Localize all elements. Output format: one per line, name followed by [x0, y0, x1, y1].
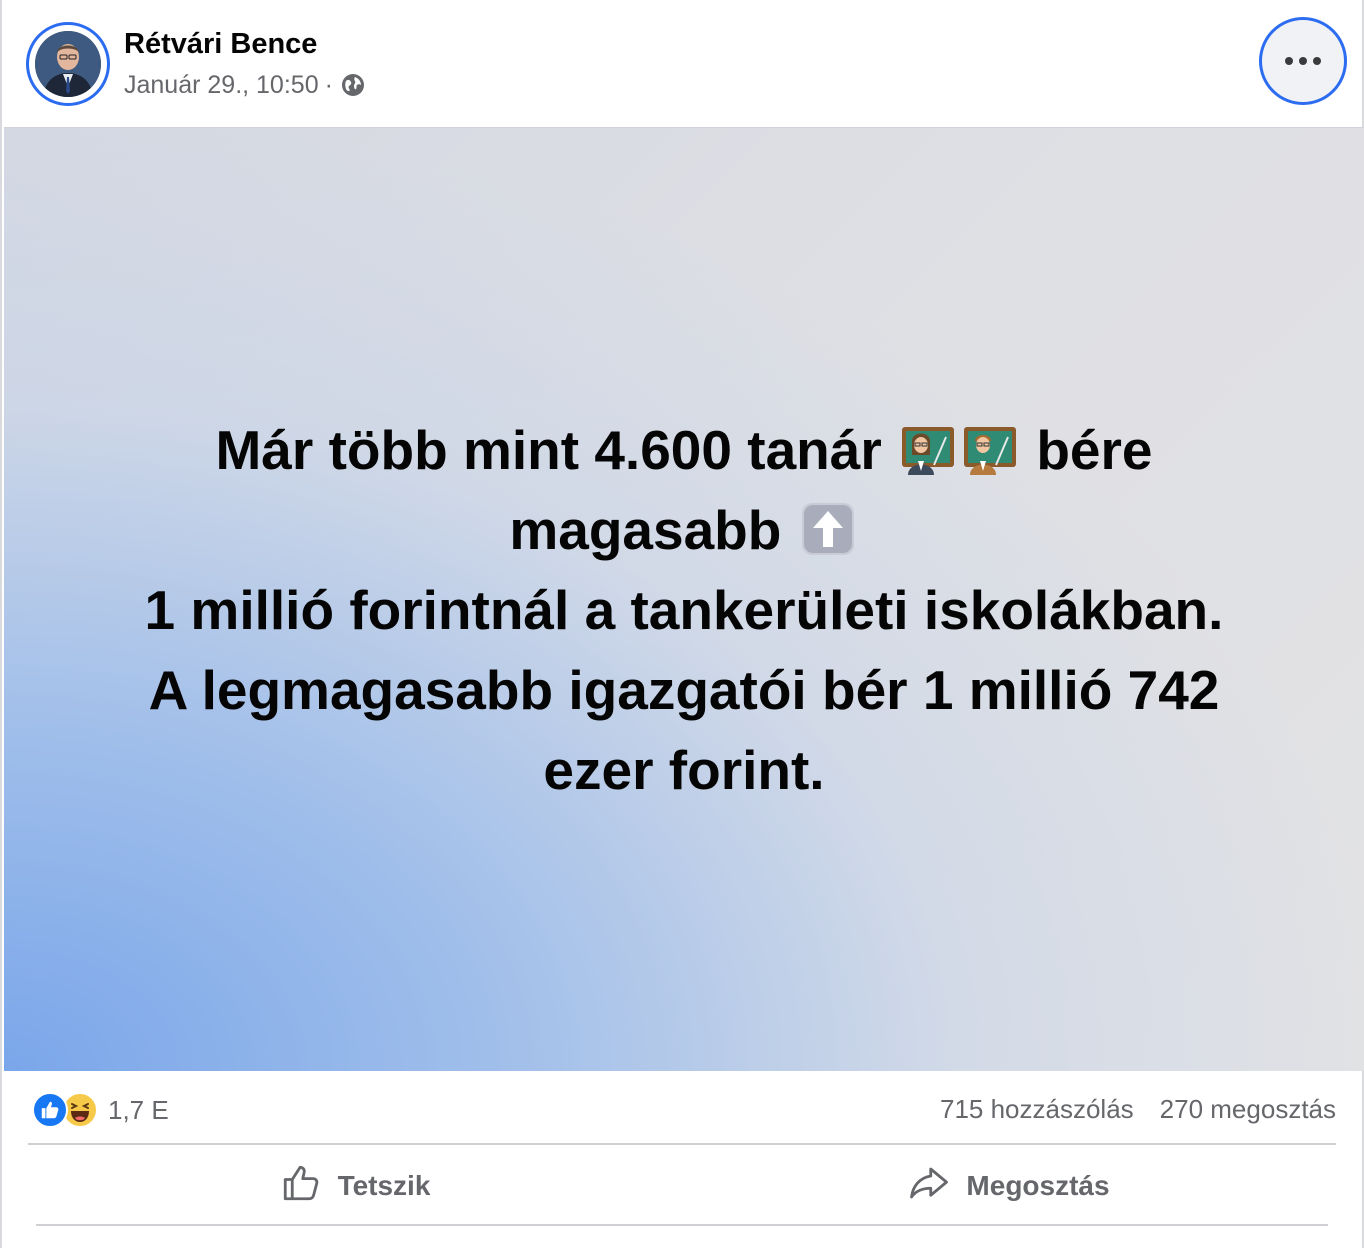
post-text-line-4: A legmagasabb igazgatói bér 1 millió 742 [148, 659, 1220, 721]
reactions-count[interactable]: 1,7 E [108, 1095, 169, 1126]
like-button-label: Tetszik [337, 1170, 431, 1201]
thumbs-up-icon [280, 1162, 322, 1211]
woman-teacher-emoji [900, 418, 956, 475]
text-segment: magasabb [509, 499, 782, 561]
facebook-post: Rétvári Bence Január 29., 10:50 · Már tö… [0, 0, 1364, 1248]
post-content-background: Már több mint 4.600 tanár bére magasabb … [4, 127, 1364, 1071]
text-segment: Már több mint 4.600 tanár [215, 419, 882, 481]
globe-icon[interactable] [341, 73, 365, 97]
post-timestamp[interactable]: Január 29., 10:50 [124, 71, 319, 100]
author-avatar[interactable] [26, 22, 110, 106]
post-text-line-2: magasabb [4, 490, 1364, 570]
post-stats: 1,7 E 715 hozzászólás 270 megosztás [2, 1072, 1362, 1144]
more-options-icon [1285, 57, 1293, 65]
comments-count[interactable]: 715 hozzászólás [940, 1094, 1134, 1125]
text-segment: bére [1036, 419, 1153, 481]
stats-divider [28, 1143, 1336, 1145]
up-arrow-emoji [800, 498, 856, 555]
post-actions: Tetszik Megosztás [28, 1146, 1336, 1226]
share-button[interactable]: Megosztás [682, 1146, 1336, 1226]
post-meta: Január 29., 10:50 · [124, 70, 365, 100]
post-text-line-3: 1 millió forintnál a tankerületi iskolák… [144, 579, 1224, 641]
like-button[interactable]: Tetszik [28, 1146, 682, 1226]
more-options-button[interactable] [1259, 17, 1347, 105]
reactions-summary[interactable]: 1,7 E [32, 1092, 169, 1128]
post-text: Már több mint 4.600 tanár bére magasabb … [4, 410, 1364, 810]
share-button-label: Megosztás [966, 1170, 1110, 1201]
avatar-photo [35, 31, 101, 97]
more-options-dot [1313, 57, 1321, 65]
engagement-counts: 715 hozzászólás 270 megosztás [940, 1094, 1336, 1125]
post-text-line-1: Már több mint 4.600 tanár bére [4, 410, 1364, 490]
share-arrow-icon [908, 1162, 950, 1211]
shares-count[interactable]: 270 megosztás [1160, 1094, 1336, 1125]
actions-divider [36, 1224, 1328, 1226]
author-name[interactable]: Rétvári Bence [124, 28, 317, 61]
post-text-line-5: ezer forint. [543, 739, 825, 801]
post-header: Rétvári Bence Január 29., 10:50 · [2, 0, 1362, 126]
like-reaction-icon [32, 1092, 68, 1128]
meta-separator: · [324, 70, 333, 99]
more-options-dot [1299, 57, 1307, 65]
man-teacher-emoji [962, 418, 1018, 475]
